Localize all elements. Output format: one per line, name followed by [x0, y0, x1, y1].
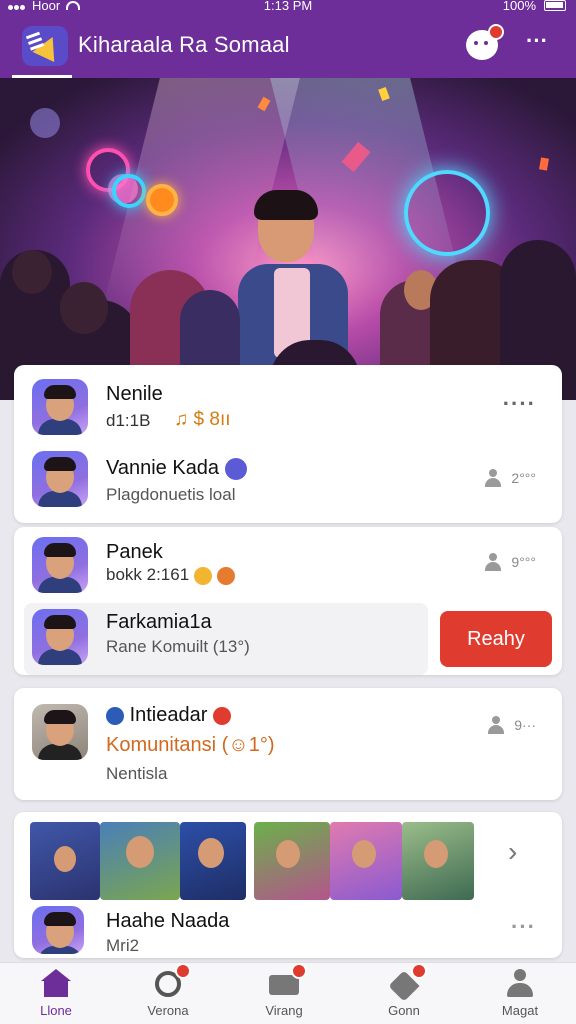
gallery-card[interactable]: › Haahe Naada Mri2 ···: [14, 812, 562, 958]
community-label: Komunitansi (☺1°): [106, 734, 275, 756]
member-count-value: 2°°°: [511, 470, 536, 486]
contact-detail-text: bokk 2:161: [106, 565, 190, 584]
member-count-value: 9···: [514, 717, 536, 733]
more-icon[interactable]: ····: [503, 391, 536, 417]
more-options-icon[interactable]: ···: [524, 30, 550, 54]
member-count: 9°°°: [485, 553, 536, 571]
gallery-thumbnail[interactable]: [330, 822, 402, 900]
contact-detail: Mri2: [106, 936, 140, 955]
battery-percent: 100%: [502, 0, 536, 13]
notification-badge: [488, 24, 504, 40]
contact-name-text: Intieadar: [129, 704, 208, 726]
member-count: 9···: [488, 716, 536, 734]
member-count-value: 9°°°: [511, 554, 536, 570]
avatar[interactable]: [32, 704, 88, 760]
notification-badge: [291, 963, 307, 979]
verified-icon: [224, 457, 247, 480]
gallery-thumbnail[interactable]: [402, 822, 474, 900]
neon-circle-decoration: [112, 174, 146, 208]
singer-hair: [254, 190, 318, 220]
nav-music-label: Verona: [147, 1003, 189, 1018]
app-logo-icon[interactable]: [22, 26, 68, 66]
clock: 1:13 PM: [263, 0, 313, 13]
status-right: 100%: [503, 0, 566, 13]
notification-badge: [175, 963, 191, 979]
people-icon: [488, 716, 505, 734]
emoji-icon: [216, 566, 235, 585]
music-icon: [153, 963, 191, 999]
notification-badge: [411, 963, 427, 979]
reward-info: ♫ $ 8ıı: [174, 409, 231, 430]
contact-name-text: Vannie Kada: [106, 457, 220, 479]
app-title: Kiharaala Ra Somaal: [78, 32, 290, 57]
nav-favorites-label: Gonn: [388, 1003, 420, 1018]
contact-detail: bokk 2:161: [106, 565, 235, 585]
nav-profile-label: Magat: [501, 1003, 539, 1018]
gallery-thumbnail[interactable]: [180, 822, 246, 900]
gallery-thumbnail[interactable]: [100, 822, 180, 900]
profile-icon: [505, 969, 535, 999]
crowd-head: [60, 282, 108, 334]
bottom-navigation: Llone Verona Virang Gonn Magat: [0, 962, 576, 1024]
nav-music[interactable]: Verona: [118, 963, 218, 1024]
bubble-decoration: [30, 108, 60, 138]
confetti-piece: [539, 157, 549, 171]
avatar[interactable]: [32, 906, 84, 954]
nav-favorites[interactable]: Gonn: [354, 963, 454, 1024]
nav-home[interactable]: Llone: [6, 969, 106, 1024]
home-icon: [41, 969, 71, 999]
feed-card[interactable]: Nenile d1:1B ♫ $ 8ıı ···· Vannie Kada Pl…: [14, 365, 562, 523]
avatar[interactable]: [32, 379, 88, 435]
app-header: Kiharaala Ra Somaal ···: [0, 14, 576, 78]
more-icon[interactable]: ···: [511, 914, 536, 940]
battery-icon: [544, 0, 566, 11]
status-bar: Hoor 1:13 PM 100%: [0, 0, 576, 14]
feed-card[interactable]: Intieadar Komunitansi (☺1°) Nentisla 9··…: [14, 688, 562, 800]
contact-detail: Rane Komuilt (13°): [106, 637, 250, 656]
gallery-thumbnail[interactable]: [30, 822, 100, 900]
heart-icon: [388, 963, 427, 1002]
reply-button[interactable]: Reahy: [440, 611, 552, 667]
nav-home-label: Llone: [40, 1003, 72, 1018]
neon-circle-decoration: [146, 184, 178, 216]
info-icon: [106, 706, 124, 725]
contact-name: Nenile: [106, 383, 163, 405]
avatar[interactable]: [32, 451, 88, 507]
avatar[interactable]: [32, 537, 88, 593]
contact-status: Nentisla: [106, 764, 168, 783]
contact-detail: d1:1B: [106, 411, 151, 430]
contact-name: Panek: [106, 541, 163, 563]
chat-icon[interactable]: [466, 24, 504, 60]
nav-messages[interactable]: Virang: [234, 963, 334, 1024]
contact-name: Vannie Kada: [106, 457, 247, 480]
nav-profile[interactable]: Magat: [470, 969, 570, 1024]
people-icon: [485, 553, 502, 571]
smile-emoji-icon: [193, 566, 212, 585]
contact-name: Intieadar: [106, 704, 231, 727]
crowd-head: [12, 250, 52, 294]
mail-icon: [269, 963, 307, 999]
avatar[interactable]: [32, 609, 88, 665]
feed-card[interactable]: Panek bokk 2:161 9°°° Farkamia1a Rane Ko…: [14, 527, 562, 675]
contact-status: Plagdonuetis loal: [106, 485, 236, 504]
gallery-thumbnail[interactable]: [254, 822, 330, 900]
contact-name: Haahe Naada: [106, 910, 230, 932]
chevron-right-icon[interactable]: ›: [508, 836, 517, 868]
contact-name: Farkamia1a: [106, 611, 212, 633]
people-icon: [485, 469, 502, 487]
member-count: 2°°°: [485, 469, 536, 487]
nav-messages-label: Virang: [265, 1003, 303, 1018]
alert-icon: [212, 706, 231, 725]
hero-banner-image[interactable]: [0, 78, 576, 400]
